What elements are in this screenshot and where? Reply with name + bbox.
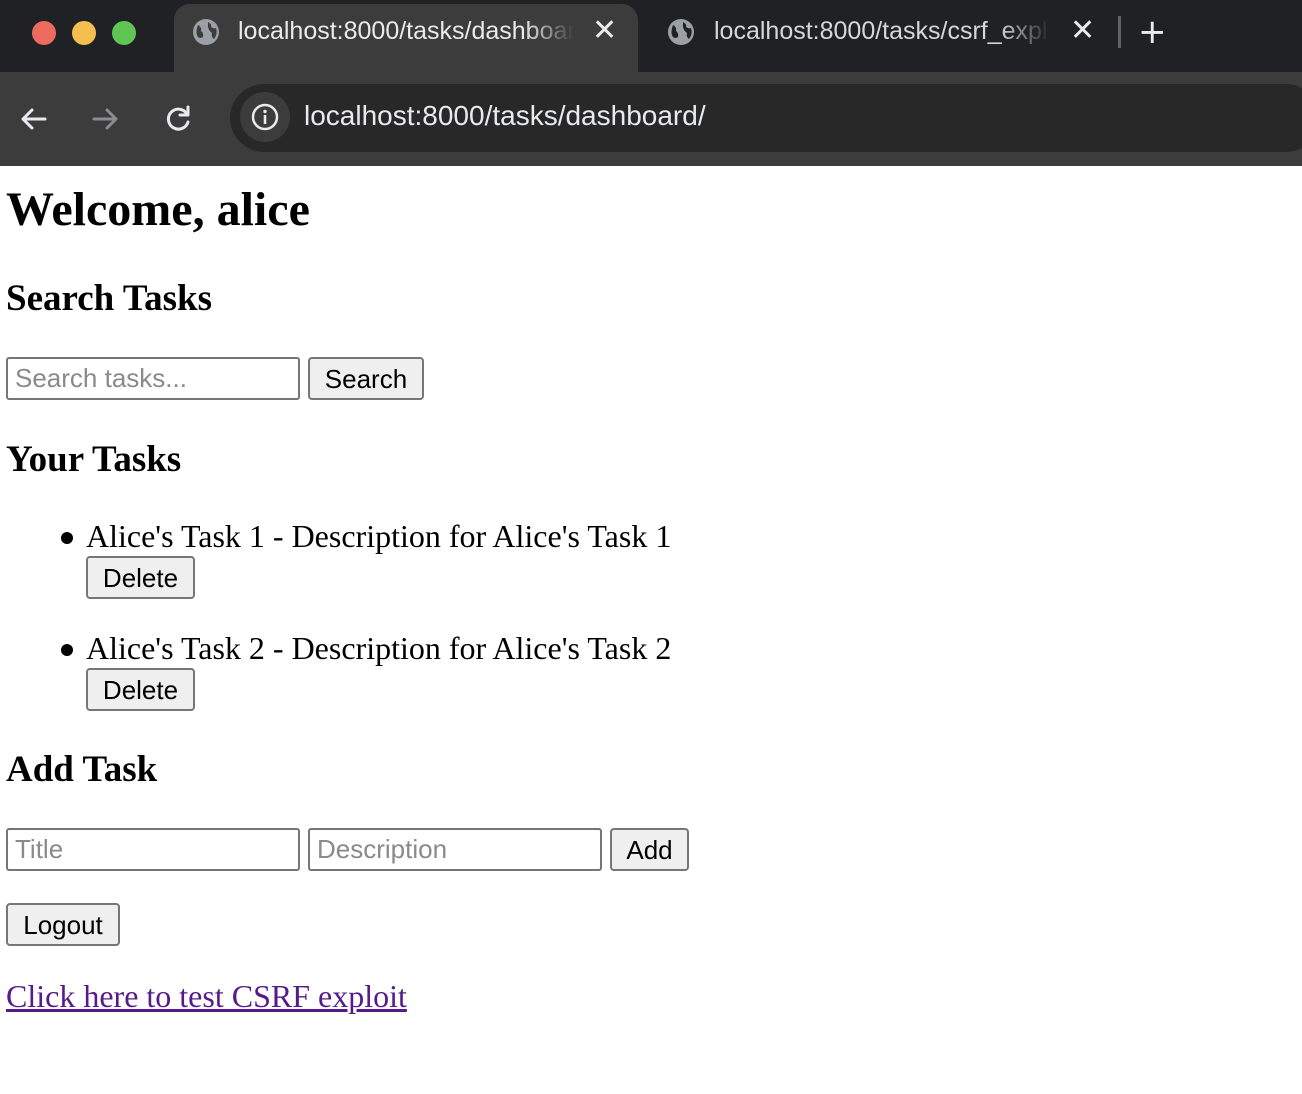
window-minimize-button[interactable]	[72, 21, 96, 45]
reload-icon[interactable]	[161, 102, 195, 136]
logout-button[interactable]: Logout	[6, 903, 120, 946]
globe-icon	[193, 19, 219, 45]
tab-close-icon[interactable]: ✕	[592, 16, 617, 46]
list-item: Alice's Task 2 - Description for Alice's…	[6, 628, 806, 728]
search-heading: Search Tasks	[6, 278, 212, 319]
address-bar[interactable]: localhost:8000/tasks/dashboard/	[230, 84, 1302, 152]
add-task-heading: Add Task	[6, 749, 158, 790]
delete-task-button[interactable]: Delete	[86, 668, 195, 711]
site-info-button[interactable]	[240, 92, 290, 142]
browser-tabstrip: localhost:8000/tasks/dashboard/ ✕ localh…	[0, 0, 1302, 72]
add-task-button[interactable]: Add	[610, 828, 689, 871]
search-button[interactable]: Search	[308, 357, 424, 400]
new-tab-button[interactable]: +	[1138, 12, 1167, 52]
tab-title: localhost:8000/tasks/csrf_exploit/	[714, 17, 1050, 45]
window-close-button[interactable]	[32, 21, 56, 45]
tab-separator	[1118, 16, 1121, 48]
tab-dashboard[interactable]: localhost:8000/tasks/dashboard/ ✕	[174, 4, 638, 72]
arrow-left-icon[interactable]	[17, 102, 51, 136]
title-input[interactable]	[6, 828, 300, 871]
tab-csrf-exploit[interactable]: localhost:8000/tasks/csrf_exploit/ ✕	[650, 0, 1110, 72]
page-title: Welcome, alice	[6, 183, 310, 236]
csrf-exploit-link[interactable]: Click here to test CSRF exploit	[6, 976, 407, 1016]
delete-task-button[interactable]: Delete	[86, 556, 195, 599]
description-input[interactable]	[308, 828, 602, 871]
info-icon	[251, 103, 279, 131]
task-text: Alice's Task 2 - Description for Alice's…	[86, 630, 672, 666]
tasks-heading: Your Tasks	[6, 439, 182, 480]
arrow-right-icon[interactable]	[88, 102, 122, 136]
task-text: Alice's Task 1 - Description for Alice's…	[86, 518, 672, 554]
browser-toolbar: localhost:8000/tasks/dashboard/	[0, 72, 1302, 166]
list-bullet	[61, 644, 73, 656]
list-item: Alice's Task 1 - Description for Alice's…	[6, 516, 806, 616]
list-bullet	[61, 532, 73, 544]
tab-close-icon[interactable]: ✕	[1070, 16, 1095, 46]
globe-icon	[668, 19, 694, 45]
search-input[interactable]	[6, 357, 300, 400]
tab-title: localhost:8000/tasks/dashboard/	[238, 17, 574, 45]
window-maximize-button[interactable]	[112, 21, 136, 45]
url-text: localhost:8000/tasks/dashboard/	[304, 100, 706, 131]
